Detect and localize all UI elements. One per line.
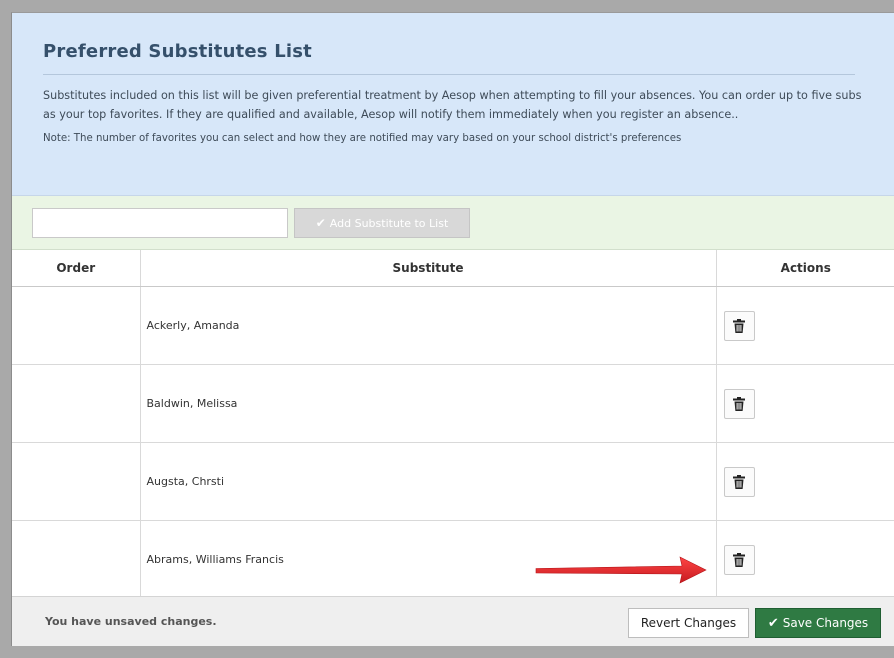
table-row[interactable]: Ackerly, Amanda: [12, 286, 894, 365]
preferred-substitutes-panel: Preferred Substitutes List Substitutes i…: [11, 12, 894, 646]
add-substitute-bar: ✔ Add Substitute to List: [12, 196, 894, 250]
column-header-actions: Actions: [716, 250, 894, 287]
actions-cell: [716, 442, 894, 521]
substitute-name: Baldwin, Melissa: [140, 364, 717, 443]
check-icon: ✔: [767, 615, 779, 631]
table-row[interactable]: Baldwin, Melissa: [12, 364, 894, 443]
trash-icon: [733, 396, 745, 411]
substitute-name: Ackerly, Amanda: [140, 286, 717, 365]
table-row[interactable]: Augsta, Chrsti: [12, 442, 894, 521]
check-icon: ✔: [315, 216, 326, 230]
table-row[interactable]: Abrams, Williams Francis: [12, 520, 894, 599]
order-cell[interactable]: [12, 520, 141, 599]
delete-substitute-button[interactable]: [723, 388, 755, 419]
delete-substitute-button[interactable]: [723, 466, 755, 497]
unsaved-changes-status: You have unsaved changes.: [45, 615, 217, 628]
substitutes-table: Order Substitute Actions Ackerly, Amanda…: [12, 250, 894, 599]
add-substitute-button[interactable]: ✔ Add Substitute to List: [294, 208, 470, 238]
actions-cell: [716, 286, 894, 365]
panel-header: Preferred Substitutes List Substitutes i…: [12, 13, 894, 196]
title-divider: [43, 74, 855, 75]
red-arrow-annotation: [535, 556, 707, 584]
description-text: Substitutes included on this list will b…: [43, 89, 862, 121]
note-text: Note: The number of favorites you can se…: [43, 133, 682, 144]
order-cell[interactable]: [12, 442, 141, 521]
substitute-name: Augsta, Chrsti: [140, 442, 717, 521]
order-cell[interactable]: [12, 364, 141, 443]
save-changes-label: Save Changes: [782, 616, 869, 630]
trash-icon: [733, 318, 745, 333]
actions-cell: [716, 520, 894, 599]
column-header-order: Order: [12, 250, 141, 287]
add-substitute-button-label: Add Substitute to List: [329, 216, 449, 230]
delete-substitute-button[interactable]: [723, 544, 755, 575]
revert-changes-button[interactable]: Revert Changes: [628, 608, 749, 638]
column-header-substitute: Substitute: [140, 250, 717, 287]
panel-footer: You have unsaved changes. Revert Changes…: [12, 596, 894, 646]
delete-substitute-button[interactable]: [723, 310, 755, 341]
table-header-row: Order Substitute Actions: [12, 250, 894, 287]
trash-icon: [733, 474, 745, 489]
trash-icon: [733, 552, 745, 567]
order-cell[interactable]: [12, 286, 141, 365]
page-title: Preferred Substitutes List: [43, 41, 312, 62]
actions-cell: [716, 364, 894, 443]
substitute-search-input[interactable]: [32, 208, 288, 238]
save-changes-button[interactable]: ✔ Save Changes: [755, 608, 881, 638]
